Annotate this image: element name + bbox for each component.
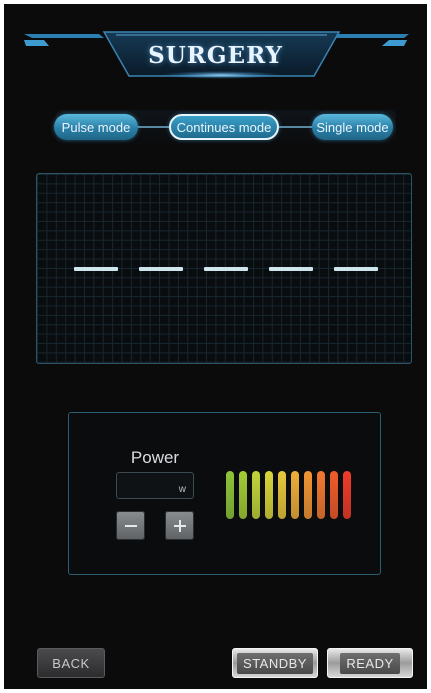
waveform-pulse xyxy=(74,267,118,271)
standby-button[interactable]: STANDBY xyxy=(232,648,318,678)
waveform-display xyxy=(36,173,412,364)
power-level-bar xyxy=(226,471,234,519)
power-level-bar xyxy=(239,471,247,519)
power-decrease-button[interactable] xyxy=(116,511,145,540)
power-unit: w xyxy=(178,484,186,495)
standby-label: STANDBY xyxy=(237,652,313,674)
power-level-bar xyxy=(317,471,325,519)
power-level-bar xyxy=(265,471,273,519)
power-level-bar xyxy=(252,471,260,519)
waveform-pulse xyxy=(204,267,248,271)
minus-icon xyxy=(124,524,137,527)
power-level-bar xyxy=(291,471,299,519)
power-level-bar xyxy=(304,471,312,519)
waveform-pulse xyxy=(139,267,183,271)
single-mode-button[interactable]: Single mode xyxy=(312,114,393,140)
continues-mode-button[interactable]: Continues mode xyxy=(169,114,279,140)
pulse-mode-button[interactable]: Pulse mode xyxy=(54,114,138,140)
waveform-pulse xyxy=(334,267,378,271)
plus-icon xyxy=(173,519,186,532)
page-title: SURGERY xyxy=(148,42,283,69)
power-level-bar xyxy=(343,471,351,519)
power-level-bar xyxy=(330,471,338,519)
header: SURGERY xyxy=(4,4,427,88)
ready-label: READY xyxy=(340,652,400,674)
power-panel: Power w xyxy=(68,412,381,575)
ready-button[interactable]: READY xyxy=(327,648,413,678)
surgery-screen: SURGERY Pulse mode Continues mode Single… xyxy=(4,4,427,689)
power-label: Power xyxy=(130,448,180,467)
back-button[interactable]: BACK xyxy=(37,648,105,678)
power-input[interactable]: w xyxy=(116,472,194,499)
waveform-pulse xyxy=(269,267,313,271)
power-level-bar xyxy=(278,471,286,519)
power-increase-button[interactable] xyxy=(165,511,194,540)
